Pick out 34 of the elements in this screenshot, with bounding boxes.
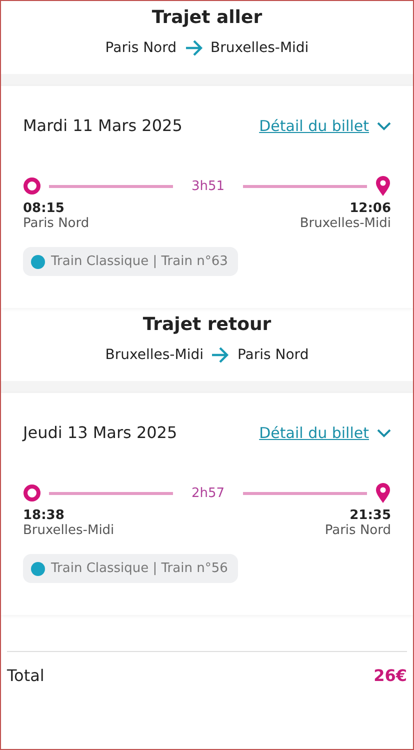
arrival-station: Bruxelles-Midi xyxy=(300,216,391,231)
ticket-detail-link[interactable]: Détail du billet xyxy=(259,116,391,134)
origin-station: Bruxelles-Midi xyxy=(105,347,204,363)
destination-station: Paris Nord xyxy=(237,347,309,363)
duration: 3h51 xyxy=(190,178,226,194)
chevron-down-icon xyxy=(377,428,391,438)
arrow-icon xyxy=(211,347,230,363)
origin-circle-icon xyxy=(23,177,41,195)
chevron-down-icon xyxy=(377,120,391,130)
duration: 2h57 xyxy=(190,486,226,500)
train-logo-icon xyxy=(31,562,45,576)
train-tag: Train Classique | Train n°63 xyxy=(23,247,238,276)
location-pin-icon xyxy=(375,175,391,197)
ticket-detail-link[interactable]: Détail du billet xyxy=(259,424,391,442)
arrival-time: 12:06 xyxy=(350,201,391,216)
arrow-icon xyxy=(184,40,203,56)
travel-date: Jeudi 13 Mars 2025 xyxy=(23,423,178,442)
departure-time: 18:38 xyxy=(23,508,66,523)
arrival-time: 21:35 xyxy=(350,508,391,523)
train-tag: Train Classique | Train n°56 xyxy=(23,554,238,583)
total-label: Total xyxy=(7,666,44,685)
departure-time: 08:15 xyxy=(23,201,66,216)
section-title: Trajet aller xyxy=(152,7,262,28)
travel-date: Mardi 11 Mars 2025 xyxy=(23,116,182,135)
destination-station: Bruxelles-Midi xyxy=(210,40,309,56)
total-amount: 26€ xyxy=(374,666,407,685)
departure-station: Bruxelles-Midi xyxy=(23,523,114,538)
arrival-station: Paris Nord xyxy=(324,523,391,538)
origin-circle-icon xyxy=(23,484,41,502)
train-logo-icon xyxy=(31,254,45,268)
departure-station: Paris Nord xyxy=(23,216,90,231)
origin-station: Paris Nord xyxy=(105,40,177,56)
location-pin-icon xyxy=(375,482,391,504)
section-title: Trajet retour xyxy=(142,314,272,335)
